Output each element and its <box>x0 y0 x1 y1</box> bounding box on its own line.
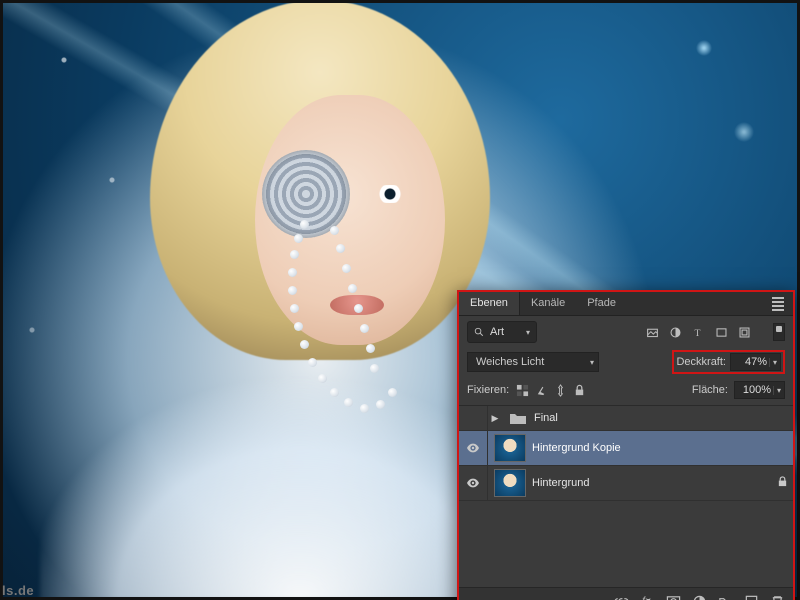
layer-thumbnail[interactable] <box>494 469 526 497</box>
tab-paths[interactable]: Pfade <box>576 292 627 315</box>
opacity-input[interactable] <box>731 356 769 368</box>
dropdown-caret-icon: ▾ <box>590 358 594 367</box>
blend-mode-select[interactable]: Weiches Licht ▾ <box>467 352 599 372</box>
panel-bottom-bar: fx▼ <box>459 587 793 600</box>
canvas-art <box>370 185 410 203</box>
eye-icon <box>466 476 480 490</box>
new-group-icon[interactable] <box>717 593 733 600</box>
folder-icon <box>508 410 528 426</box>
link-layers-icon[interactable] <box>613 593 629 600</box>
svg-text:T: T <box>694 327 700 338</box>
dropdown-caret-icon: ▾ <box>769 358 780 367</box>
tab-channels[interactable]: Kanäle <box>520 292 576 315</box>
canvas-art <box>330 295 384 315</box>
layers-panel: Ebenen Kanäle Pfade ▾ T <box>457 290 795 600</box>
blend-mode-value: Weiches Licht <box>476 356 544 368</box>
layers-list: ▶ Final Hintergrund Kopie Hintergrund <box>459 406 793 587</box>
tab-layers[interactable]: Ebenen <box>459 292 520 315</box>
layer-name[interactable]: Final <box>534 412 793 424</box>
fill-input[interactable] <box>735 384 773 396</box>
layer-name[interactable]: Hintergrund <box>532 477 771 489</box>
layer-name[interactable]: Hintergrund Kopie <box>532 442 793 454</box>
filter-adjust-icon[interactable] <box>667 324 684 341</box>
layer-locked-icon <box>771 476 793 490</box>
opacity-field[interactable]: ▾ <box>730 353 781 371</box>
lock-transparency-icon[interactable] <box>515 383 529 397</box>
visibility-toggle[interactable] <box>459 406 488 430</box>
search-icon <box>474 327 484 337</box>
opacity-label: Deckkraft: <box>676 356 726 368</box>
layer-filter-input[interactable] <box>488 325 520 339</box>
lock-all-icon[interactable] <box>572 383 586 397</box>
watermark-text: ls.de <box>2 583 34 598</box>
panel-tabs: Ebenen Kanäle Pfade <box>459 292 793 316</box>
layer-row-selected[interactable]: Hintergrund Kopie <box>459 431 793 466</box>
visibility-toggle[interactable] <box>459 431 488 465</box>
panel-menu-button[interactable] <box>763 293 793 315</box>
layer-row[interactable]: Hintergrund <box>459 466 793 501</box>
adjustment-layer-icon[interactable] <box>691 593 707 600</box>
filter-toggle-switch[interactable] <box>773 323 785 341</box>
new-layer-icon[interactable] <box>743 593 759 600</box>
filter-pixel-icon[interactable] <box>644 324 661 341</box>
layer-style-button[interactable]: fx▼ <box>639 593 655 600</box>
filter-shape-icon[interactable] <box>713 324 730 341</box>
eye-icon <box>466 441 480 455</box>
fill-label: Fläche: <box>692 384 728 396</box>
opacity-highlight: Deckkraft: ▾ <box>672 350 785 374</box>
photoshop-canvas-area: ls.de Ebenen Kanäle Pfade ▾ T <box>0 0 800 600</box>
lock-pixels-icon[interactable] <box>534 383 548 397</box>
layer-filter-type[interactable]: ▾ <box>467 321 537 343</box>
filter-type-icon[interactable]: T <box>690 324 707 341</box>
blend-opacity-row: Weiches Licht ▾ Deckkraft: ▾ <box>459 347 793 378</box>
layer-thumbnail[interactable] <box>494 434 526 462</box>
dropdown-caret-icon: ▾ <box>526 328 530 337</box>
lock-position-icon[interactable] <box>553 383 567 397</box>
layer-mask-icon[interactable] <box>665 593 681 600</box>
dropdown-caret-icon: ▾ <box>773 386 784 395</box>
fill-field[interactable]: ▾ <box>734 381 785 399</box>
canvas-art <box>262 150 350 238</box>
lock-label: Fixieren: <box>467 384 509 396</box>
layer-row-group[interactable]: ▶ Final <box>459 406 793 431</box>
filter-smart-icon[interactable] <box>736 324 753 341</box>
delete-layer-icon[interactable] <box>769 593 785 600</box>
lock-fill-row: Fixieren: Fläche: ▾ <box>459 378 793 406</box>
layers-empty-area[interactable] <box>459 501 793 587</box>
visibility-toggle[interactable] <box>459 466 488 500</box>
disclosure-triangle-icon[interactable]: ▶ <box>488 413 502 424</box>
layer-filter-row: ▾ T <box>459 316 793 347</box>
